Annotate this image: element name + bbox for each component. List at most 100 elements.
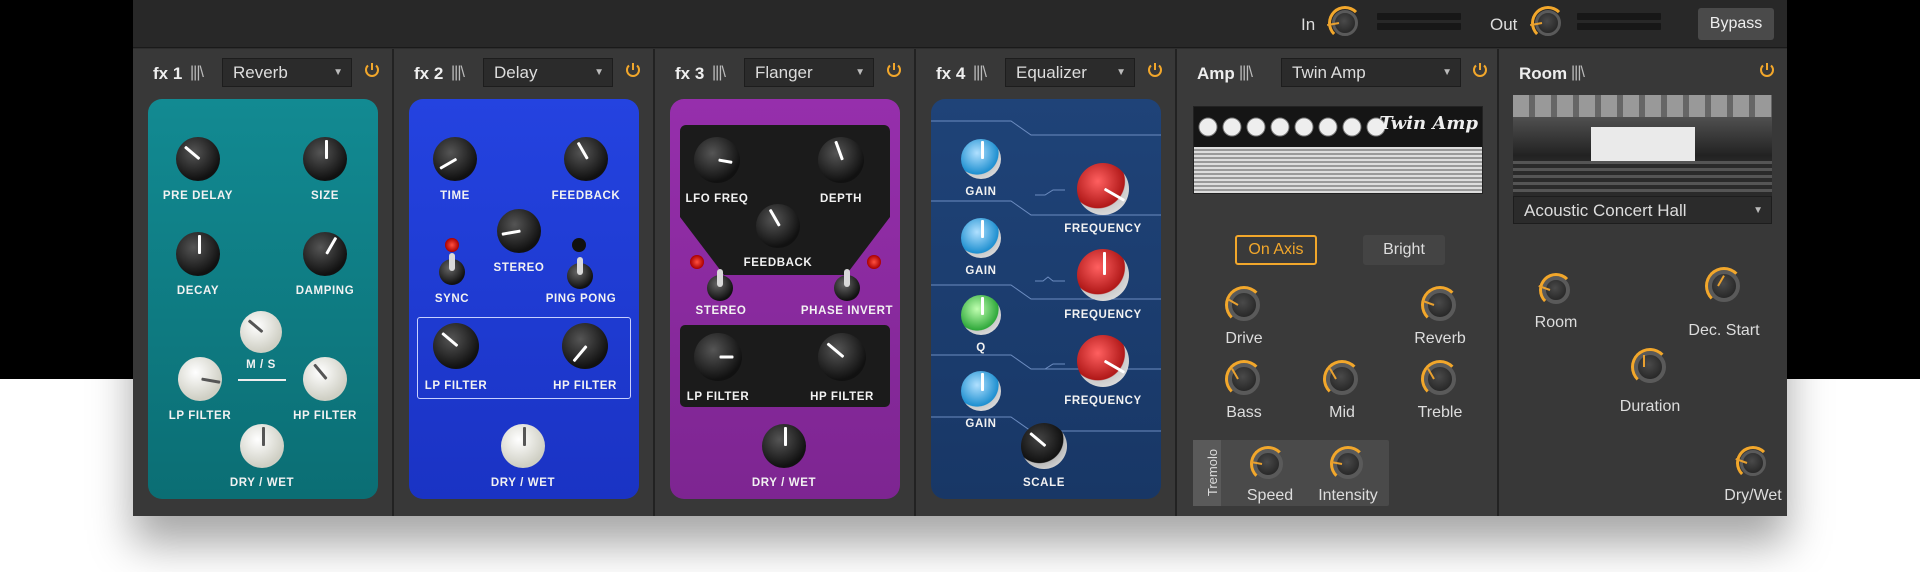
frequency2-knob[interactable] bbox=[1077, 249, 1129, 301]
fx3-drag-handle[interactable]: |||\ bbox=[712, 64, 726, 82]
amp-slot: Amp |||\ Twin Amp ▼ Twin Amp On Axis Brig… bbox=[1177, 49, 1499, 516]
room-drag-handle[interactable]: |||\ bbox=[1571, 64, 1585, 82]
lp-filter-knob[interactable] bbox=[433, 323, 479, 369]
q-knob[interactable] bbox=[961, 295, 1001, 335]
reverb-knob[interactable] bbox=[1421, 286, 1459, 324]
room-power-icon[interactable] bbox=[1758, 61, 1776, 79]
fx1-power-icon[interactable] bbox=[363, 61, 381, 79]
mid-knob[interactable] bbox=[1323, 360, 1361, 398]
phase-invert-led bbox=[867, 255, 881, 269]
fx4-preset-value: Equalizer bbox=[1016, 63, 1087, 82]
scale-knob[interactable] bbox=[1021, 423, 1067, 469]
fx4-drag-handle[interactable]: |||\ bbox=[973, 64, 987, 82]
size-knob[interactable] bbox=[303, 137, 347, 181]
duration-label: Duration bbox=[1619, 398, 1681, 415]
frequency3-label: FREQUENCY bbox=[1064, 395, 1142, 407]
room-label: Room bbox=[1519, 64, 1568, 83]
tremolo-section: Tremolo Speed Intensity bbox=[1193, 440, 1389, 506]
fx1-slot: fx 1 |||\ Reverb ▼ PRE DELAY SIZE DECAY D… bbox=[133, 49, 394, 516]
fx3-label: fx 3 bbox=[675, 64, 705, 83]
seats-shape bbox=[1513, 161, 1772, 196]
fx2-label: fx 2 bbox=[414, 64, 444, 83]
room-preset-dropdown[interactable]: Acoustic Concert Hall ▼ bbox=[1513, 196, 1772, 224]
stereo-label: STEREO bbox=[695, 305, 747, 317]
bass-knob[interactable] bbox=[1225, 360, 1263, 398]
amp-preset-dropdown[interactable]: Twin Amp ▼ bbox=[1281, 58, 1461, 87]
stage-shape bbox=[1591, 127, 1695, 161]
input-meter bbox=[1377, 13, 1461, 35]
pre-delay-knob[interactable] bbox=[176, 137, 220, 181]
fx4-power-icon[interactable] bbox=[1146, 61, 1164, 79]
chevron-down-icon: ▼ bbox=[333, 67, 343, 78]
dry-wet-knob[interactable] bbox=[240, 424, 284, 468]
gain1-knob[interactable] bbox=[961, 139, 1001, 179]
fx2-power-icon[interactable] bbox=[624, 61, 642, 79]
lp-filter-knob[interactable] bbox=[178, 357, 222, 401]
feedback-knob[interactable] bbox=[564, 137, 608, 181]
tremolo-intensity-knob[interactable] bbox=[1330, 446, 1366, 482]
depth-knob[interactable] bbox=[818, 137, 864, 183]
treble-knob[interactable] bbox=[1421, 360, 1459, 398]
fx4-slot: fx 4 |||\ Equalizer ▼ GAIN GAIN Q GAIN FR… bbox=[916, 49, 1177, 516]
room-slot: Room |||\ Acoustic Concert Hall ▼ Room De… bbox=[1499, 49, 1787, 516]
ms-knob[interactable] bbox=[240, 311, 282, 353]
hp-filter-knob[interactable] bbox=[303, 357, 347, 401]
decay-knob[interactable] bbox=[176, 232, 220, 276]
drive-knob[interactable] bbox=[1225, 286, 1263, 324]
twin-amp-logo: Twin Amp bbox=[1379, 113, 1478, 134]
hp-filter-knob[interactable] bbox=[818, 333, 866, 381]
stereo-switch[interactable] bbox=[707, 269, 733, 301]
duration-knob[interactable] bbox=[1631, 348, 1669, 386]
q-label: Q bbox=[976, 342, 986, 354]
lfo-freq-knob[interactable] bbox=[694, 137, 740, 183]
feedback-knob[interactable] bbox=[756, 204, 800, 248]
amp-power-icon[interactable] bbox=[1471, 61, 1489, 79]
output-gain-knob[interactable] bbox=[1530, 6, 1565, 40]
fx3-preset-dropdown[interactable]: Flanger ▼ bbox=[744, 58, 874, 87]
fx2-slot: fx 2 |||\ Delay ▼ TIME FEEDBACK STEREO SY… bbox=[394, 49, 655, 516]
fx4-preset-dropdown[interactable]: Equalizer ▼ bbox=[1005, 58, 1135, 87]
bypass-button[interactable]: Bypass bbox=[1698, 8, 1774, 40]
sync-label: SYNC bbox=[434, 293, 470, 305]
gain2-label: GAIN bbox=[965, 265, 997, 277]
fx1-drag-handle[interactable]: |||\ bbox=[190, 64, 204, 82]
damping-knob[interactable] bbox=[303, 232, 347, 276]
room-knob[interactable] bbox=[1538, 273, 1573, 307]
fx1-preset-dropdown[interactable]: Reverb ▼ bbox=[222, 58, 352, 87]
fx2-preset-value: Delay bbox=[494, 63, 538, 82]
on-axis-button[interactable]: On Axis bbox=[1235, 235, 1317, 265]
chevron-down-icon: ▼ bbox=[594, 67, 604, 78]
frequency3-knob[interactable] bbox=[1077, 335, 1129, 387]
input-gain-knob[interactable] bbox=[1327, 6, 1362, 40]
plugin-window: In Out Bypass fx 1 |||\ Reverb ▼ PRE DELA… bbox=[133, 0, 1787, 516]
phase-invert-switch[interactable] bbox=[834, 269, 860, 301]
hp-filter-knob[interactable] bbox=[562, 323, 608, 369]
scale-label: SCALE bbox=[1023, 477, 1065, 489]
dry-wet-knob[interactable] bbox=[762, 424, 806, 468]
amp-drag-handle[interactable]: |||\ bbox=[1239, 64, 1253, 82]
frequency1-knob[interactable] bbox=[1077, 163, 1129, 215]
gain3-knob[interactable] bbox=[961, 371, 1001, 411]
dec-start-knob[interactable] bbox=[1705, 267, 1743, 305]
pre-delay-label: PRE DELAY bbox=[162, 190, 234, 202]
room-knob-label: Room bbox=[1534, 314, 1578, 331]
fx2-preset-dropdown[interactable]: Delay ▼ bbox=[483, 58, 613, 87]
sync-switch[interactable] bbox=[439, 253, 465, 285]
tremolo-speed-knob[interactable] bbox=[1250, 446, 1286, 482]
frequency1-label: FREQUENCY bbox=[1064, 223, 1142, 235]
stereo-knob[interactable] bbox=[497, 209, 541, 253]
flanger-pedal: LFO FREQ DEPTH FEEDBACK STEREO PHASE INV… bbox=[670, 99, 900, 499]
decay-label: DECAY bbox=[176, 285, 220, 297]
dry-wet-knob[interactable] bbox=[1735, 446, 1770, 480]
lp-filter-label: LP FILTER bbox=[168, 410, 232, 422]
fx3-power-icon[interactable] bbox=[885, 61, 903, 79]
dry-wet-knob[interactable] bbox=[501, 424, 545, 468]
time-knob[interactable] bbox=[433, 137, 477, 181]
amp-control-panel: Twin Amp bbox=[1194, 107, 1482, 147]
ping-pong-switch[interactable] bbox=[567, 257, 593, 289]
lp-filter-knob[interactable] bbox=[694, 333, 742, 381]
gain2-knob[interactable] bbox=[961, 218, 1001, 258]
output-label: Out bbox=[1490, 15, 1518, 34]
bright-button[interactable]: Bright bbox=[1363, 235, 1445, 265]
fx2-drag-handle[interactable]: |||\ bbox=[451, 64, 465, 82]
